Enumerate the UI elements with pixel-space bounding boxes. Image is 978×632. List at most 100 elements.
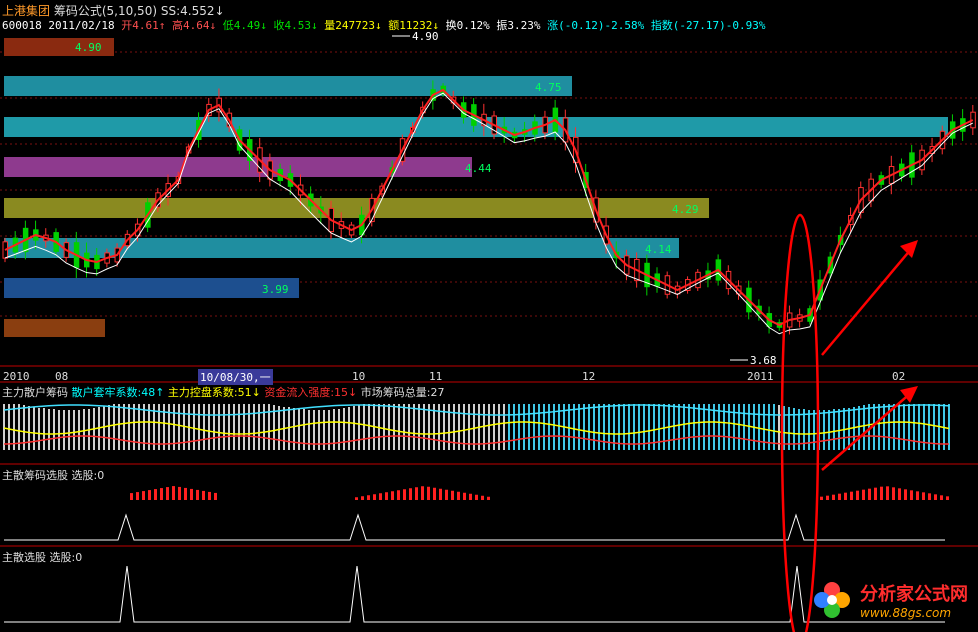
select-bar (892, 487, 895, 500)
select-bar (838, 493, 841, 500)
select-bar (202, 490, 205, 500)
x-label-10: 10 (352, 370, 366, 383)
logo-name: 分析家公式网 (860, 584, 968, 605)
close-price: 收4.53↓ (273, 19, 318, 32)
x-label-11: 11 (429, 370, 443, 383)
select-bar (178, 486, 181, 500)
index-change: 指数(-27.17)-0.93% (650, 19, 766, 32)
quote-infobar: 600018 2011/02/18 开4.61↑ 高4.64↓ 低4.49↓ 收… (2, 17, 766, 33)
price-band (4, 319, 105, 337)
x-label-2010: 2010 (3, 370, 30, 383)
select-bar (487, 496, 490, 500)
select-bar (415, 487, 418, 500)
x-label-08: 08 (55, 370, 69, 383)
select-bar (856, 490, 859, 500)
price-band (4, 198, 709, 218)
select-bar (367, 495, 370, 500)
arrow-head (900, 240, 918, 258)
select-bar (166, 487, 169, 500)
quote-date: 2011/02/18 (48, 19, 115, 32)
select-bar (457, 491, 460, 500)
select-bar (844, 492, 847, 500)
select-bar (439, 488, 442, 500)
indicator-name: 筹码公式(5,10,50) (53, 4, 158, 18)
select-bar (451, 490, 454, 500)
select-bar (361, 496, 364, 500)
select-bar (850, 491, 853, 500)
low-price: 低4.49↓ (222, 19, 267, 32)
select-bar (427, 486, 430, 500)
main-control-line (3, 421, 950, 435)
x-label-02: 02 (892, 370, 906, 383)
select-bar (148, 490, 151, 500)
select-bar (868, 488, 871, 500)
select-bar (385, 492, 388, 500)
select-bar (820, 496, 823, 500)
logo-url: www.88gs.com (860, 606, 952, 620)
x-label-2011: 2011 (747, 370, 774, 383)
select-bar (433, 487, 436, 500)
select-bar (391, 491, 394, 500)
select-bar (190, 488, 193, 500)
retail-trap-coef: 散户套牢系数:48↑ (71, 386, 165, 399)
price-band-label: 4.44 (465, 162, 492, 175)
open-price: 开4.61↑ (121, 19, 166, 32)
main-control-coef: 主力控盘系数:51↓ (167, 386, 261, 399)
select-bar (373, 494, 376, 500)
panel-simple-title: 主散选股 (2, 551, 46, 564)
price-change: 涨(-0.12)-2.58% (547, 19, 645, 32)
select-bar (898, 488, 901, 500)
market-chips-total: 市场筹码总量:27 (360, 386, 445, 399)
fund-inflow: 资金流入强度:15↓ (264, 386, 358, 399)
x-label-cursor-date: 10/08/30,一 (198, 369, 273, 385)
select-bar (214, 492, 217, 500)
select-bar (481, 495, 484, 500)
select-bar (832, 494, 835, 500)
panel-select-title: 主散筹码选股 (2, 469, 68, 482)
select-bar (940, 495, 943, 500)
retail-line (3, 404, 950, 416)
select-signal-line (4, 513, 945, 541)
select-bar (910, 490, 913, 500)
fund-flow-line (3, 435, 950, 445)
ss-value: SS:4.552↓ (160, 4, 225, 18)
select-bar (826, 495, 829, 500)
select-bar (409, 488, 412, 500)
select-bar (880, 486, 883, 500)
volume: 量247723↓ (324, 19, 382, 32)
panel-select-header: 主散筹码选股 选股:0 (2, 467, 104, 483)
select-bar (946, 496, 949, 500)
panel-simple-header: 主散选股 选股:0 (2, 549, 82, 565)
high-price: 高4.64↓ (171, 19, 217, 32)
select-bar (397, 490, 400, 500)
select-bar (463, 492, 466, 500)
stock-code: 600018 (2, 19, 42, 32)
select-bar (475, 494, 478, 500)
select-bar (154, 489, 157, 500)
chart-canvas: 4.903.684.904.754.444.294.143.99 (0, 30, 978, 632)
panel-chips-header: 主力散户筹码 散户套牢系数:48↑ 主力控盘系数:51↓ 资金流入强度:15↓ … (2, 384, 444, 400)
low-marker-label: 3.68 (750, 354, 777, 367)
panel-select-value: 选股:0 (71, 469, 105, 482)
select-bar (136, 492, 139, 500)
select-bar (934, 494, 937, 500)
flower-logo-icon (814, 582, 850, 618)
price-band-label: 4.75 (535, 81, 562, 94)
price-band (4, 76, 572, 96)
x-label-12: 12 (582, 370, 596, 383)
amount: 额11232↓ (388, 19, 439, 32)
select-bar (196, 489, 199, 500)
price-band-label: 4.14 (645, 243, 672, 256)
stock-name: 上港集团 (2, 4, 51, 18)
select-bar (421, 486, 424, 500)
select-bar (922, 492, 925, 500)
panel-chips-title: 主力散户筹码 (2, 386, 68, 399)
price-band-label: 3.99 (262, 283, 289, 296)
select-bar (355, 497, 358, 500)
select-bar (916, 491, 919, 500)
select-bar (928, 493, 931, 500)
select-bar (874, 487, 877, 500)
select-bar (172, 486, 175, 500)
simple-signal-line (4, 565, 945, 623)
select-bar (904, 489, 907, 500)
